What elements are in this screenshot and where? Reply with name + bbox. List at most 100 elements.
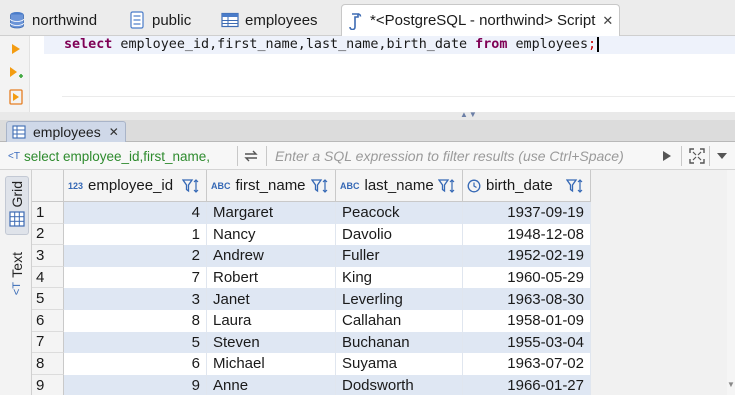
cell-first_name[interactable]: Robert [207, 266, 336, 289]
grid-empty-area [591, 245, 735, 267]
cell-last_name[interactable]: Buchanan [336, 331, 463, 354]
collapse-panel-icon[interactable]: ▲▼ [460, 110, 478, 119]
table-row[interactable]: 9 9 Anne Dodsworth 1966-01-27 [32, 374, 735, 395]
cell-employee_id[interactable]: 2 [64, 245, 207, 267]
column-header-employee_id[interactable]: 123 employee_id [64, 170, 207, 202]
sort-filter-icon[interactable] [566, 178, 584, 194]
row-number[interactable]: 7 [32, 331, 64, 354]
tab-employees[interactable]: employees [221, 4, 318, 36]
cell-employee_id[interactable]: 5 [64, 331, 207, 354]
cell-first_name[interactable]: Andrew [207, 245, 336, 267]
tab-northwind[interactable]: northwind [8, 4, 97, 36]
tab-sql-script[interactable]: *<PostgreSQL - northwind> Script ✕ [341, 4, 621, 36]
panel-resize-sash[interactable] [0, 112, 735, 120]
execute-statement-icon[interactable] [7, 40, 25, 58]
tab-label: *<PostgreSQL - northwind> Script [370, 12, 596, 29]
tab-grid[interactable]: Grid [5, 176, 29, 236]
chevron-down-icon[interactable] [713, 147, 731, 165]
table-row[interactable]: 7 5 Steven Buchanan 1955-03-04 [32, 331, 735, 354]
sql-code-line[interactable]: select employee_id,first_name,last_name,… [64, 36, 599, 54]
cell-employee_id[interactable]: 1 [64, 223, 207, 246]
row-number[interactable]: 1 [32, 202, 64, 224]
sql-keyword: from [475, 37, 508, 52]
row-number[interactable]: 3 [32, 245, 64, 267]
cell-first_name[interactable]: Margaret [207, 202, 336, 224]
cell-birth_date[interactable]: 1955-03-04 [463, 331, 591, 354]
cell-employee_id[interactable]: 8 [64, 309, 207, 332]
cell-employee_id[interactable]: 7 [64, 266, 207, 289]
tab-text[interactable]: Text <T [5, 252, 29, 295]
row-number[interactable]: 8 [32, 353, 64, 375]
table-row[interactable]: 1 4 Margaret Peacock 1937-09-19 [32, 202, 735, 224]
column-header-last_name[interactable]: ABC last_name [336, 170, 463, 202]
table-row[interactable]: 4 7 Robert King 1960-05-29 [32, 266, 735, 289]
sort-filter-icon[interactable] [311, 178, 329, 194]
cell-employee_id[interactable]: 4 [64, 202, 207, 224]
row-number[interactable]: 4 [32, 266, 64, 289]
cell-employee_id[interactable]: 6 [64, 353, 207, 375]
cell-last_name[interactable]: Dodsworth [336, 374, 463, 395]
results-tab-label: employees [33, 124, 101, 140]
cell-last_name[interactable]: Davolio [336, 223, 463, 246]
results-grid[interactable]: 123 employee_id ABC first_name ABC last_… [32, 170, 735, 395]
table-row[interactable]: 5 3 Janet Leverling 1963-08-30 [32, 288, 735, 310]
cell-employee_id[interactable]: 9 [64, 374, 207, 395]
cell-last_name[interactable]: Leverling [336, 288, 463, 310]
grid-corner[interactable] [32, 170, 64, 202]
cell-birth_date[interactable]: 1966-01-27 [463, 374, 591, 395]
table-row[interactable]: 3 2 Andrew Fuller 1952-02-19 [32, 245, 735, 267]
row-number[interactable]: 6 [32, 309, 64, 332]
filter-input[interactable]: Enter a SQL expression to filter results… [275, 147, 624, 165]
filter-history-icon[interactable] [241, 147, 261, 165]
cell-birth_date[interactable]: 1960-05-29 [463, 266, 591, 289]
cell-first_name[interactable]: Nancy [207, 223, 336, 246]
close-icon[interactable]: ✕ [109, 125, 119, 139]
maximize-panel-icon[interactable] [688, 147, 706, 165]
cell-birth_date[interactable]: 1937-09-19 [463, 202, 591, 224]
tab-label: northwind [32, 11, 98, 29]
table-row[interactable]: 8 6 Michael Suyama 1963-07-02 [32, 353, 735, 375]
execute-script-icon[interactable] [7, 88, 25, 106]
cell-birth_date[interactable]: 1948-12-08 [463, 223, 591, 246]
row-number[interactable]: 9 [32, 374, 64, 395]
vertical-scrollbar[interactable]: ▼ [727, 170, 735, 395]
query-preview[interactable]: <T select employee_id,first_name, [8, 147, 210, 165]
cell-first_name[interactable]: Anne [207, 374, 336, 395]
grid-empty-area [591, 266, 735, 289]
cell-birth_date[interactable]: 1963-08-30 [463, 288, 591, 310]
table-row[interactable]: 6 8 Laura Callahan 1958-01-09 [32, 309, 735, 332]
apply-filter-icon[interactable] [658, 147, 676, 165]
tab-results-employees[interactable]: employees ✕ [6, 121, 126, 142]
table-row[interactable]: 2 1 Nancy Davolio 1948-12-08 [32, 223, 735, 246]
cell-first_name[interactable]: Laura [207, 309, 336, 332]
execute-in-new-tab-icon[interactable] [7, 64, 25, 82]
cell-birth_date[interactable]: 1963-07-02 [463, 353, 591, 375]
cell-employee_id[interactable]: 3 [64, 288, 207, 310]
tab-public[interactable]: public [128, 4, 191, 36]
schema-icon [128, 11, 146, 29]
sort-filter-icon[interactable] [438, 178, 456, 194]
grid-empty-area [591, 202, 735, 224]
cell-last_name[interactable]: Callahan [336, 309, 463, 332]
column-header-birth_date[interactable]: birth_date [463, 170, 591, 202]
cell-first_name[interactable]: Janet [207, 288, 336, 310]
editor-divider [62, 96, 735, 97]
row-number[interactable]: 2 [32, 223, 64, 246]
sql-editor[interactable]: select employee_id,first_name,last_name,… [0, 36, 735, 116]
results-filter-bar: <T select employee_id,first_name, Enter … [0, 142, 735, 170]
cell-birth_date[interactable]: 1952-02-19 [463, 245, 591, 267]
divider [266, 146, 267, 166]
cell-last_name[interactable]: King [336, 266, 463, 289]
row-number[interactable]: 5 [32, 288, 64, 310]
cell-first_name[interactable]: Michael [207, 353, 336, 375]
column-header-first_name[interactable]: ABC first_name [207, 170, 336, 202]
grid-empty-area [591, 353, 735, 375]
scroll-down-icon[interactable]: ▼ [727, 380, 735, 389]
cell-last_name[interactable]: Fuller [336, 245, 463, 267]
cell-last_name[interactable]: Suyama [336, 353, 463, 375]
close-icon[interactable]: ✕ [602, 13, 613, 29]
cell-birth_date[interactable]: 1958-01-09 [463, 309, 591, 332]
cell-last_name[interactable]: Peacock [336, 202, 463, 224]
cell-first_name[interactable]: Steven [207, 331, 336, 354]
sort-filter-icon[interactable] [182, 178, 200, 194]
